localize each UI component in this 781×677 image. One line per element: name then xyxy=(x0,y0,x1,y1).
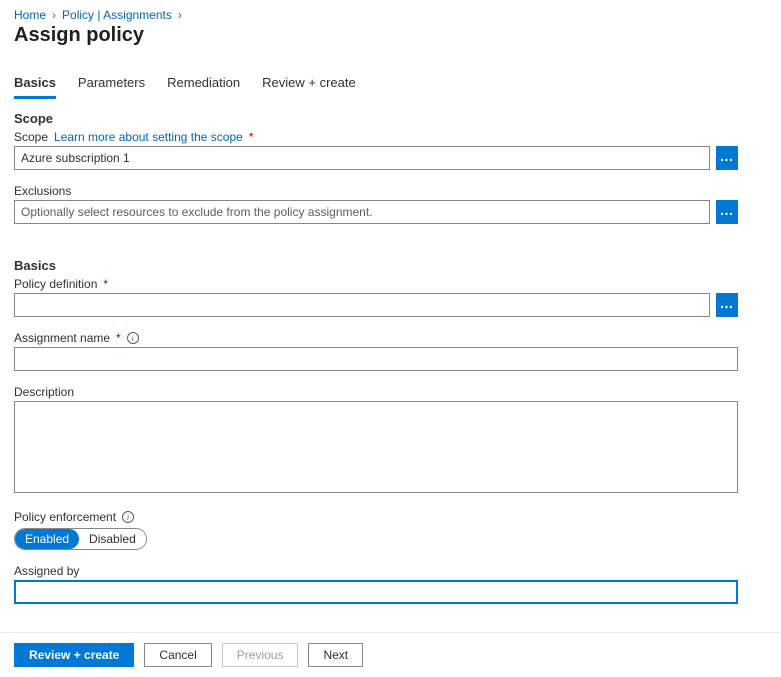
page-title: Assign policy xyxy=(14,24,767,47)
exclusions-picker-button[interactable]: … xyxy=(716,200,738,224)
section-basics-title: Basics xyxy=(14,258,738,273)
chevron-right-icon: › xyxy=(178,8,182,22)
policy-definition-label: Policy definition xyxy=(14,277,97,291)
tab-review-create[interactable]: Review + create xyxy=(262,75,356,99)
ellipsis-icon: … xyxy=(720,296,735,310)
required-indicator: * xyxy=(103,277,108,291)
toggle-enabled[interactable]: Enabled xyxy=(15,529,79,549)
info-icon[interactable]: i xyxy=(122,511,134,523)
policy-enforcement-toggle[interactable]: Enabled Disabled xyxy=(14,528,147,550)
review-create-button[interactable]: Review + create xyxy=(14,643,134,667)
required-indicator: * xyxy=(249,130,254,144)
scope-learn-more-link[interactable]: Learn more about setting the scope xyxy=(54,130,243,144)
assigned-by-label: Assigned by xyxy=(14,564,79,578)
exclusions-input[interactable] xyxy=(14,200,710,224)
cancel-button[interactable]: Cancel xyxy=(144,643,211,667)
ellipsis-icon: … xyxy=(720,149,735,163)
section-scope-title: Scope xyxy=(14,111,738,126)
chevron-right-icon: › xyxy=(52,8,56,22)
toggle-disabled[interactable]: Disabled xyxy=(79,529,146,549)
scope-label: Scope xyxy=(14,130,48,144)
scope-input[interactable] xyxy=(14,146,710,170)
previous-button: Previous xyxy=(222,643,299,667)
tab-basics[interactable]: Basics xyxy=(14,75,56,99)
info-icon[interactable]: i xyxy=(127,332,139,344)
assignment-name-input[interactable] xyxy=(14,347,738,371)
breadcrumb: Home › Policy | Assignments › xyxy=(14,8,767,22)
breadcrumb-policy-assignments[interactable]: Policy | Assignments xyxy=(62,8,172,22)
policy-enforcement-label: Policy enforcement xyxy=(14,510,116,524)
scope-picker-button[interactable]: … xyxy=(716,146,738,170)
scope-label-row: Scope Learn more about setting the scope… xyxy=(14,130,738,144)
assigned-by-input[interactable] xyxy=(14,580,738,604)
policy-definition-picker-button[interactable]: … xyxy=(716,293,738,317)
tabs: Basics Parameters Remediation Review + c… xyxy=(14,75,767,99)
tab-parameters[interactable]: Parameters xyxy=(78,75,145,99)
tab-remediation[interactable]: Remediation xyxy=(167,75,240,99)
policy-definition-input[interactable] xyxy=(14,293,710,317)
breadcrumb-home[interactable]: Home xyxy=(14,8,46,22)
next-button[interactable]: Next xyxy=(308,643,363,667)
exclusions-label: Exclusions xyxy=(14,184,71,198)
ellipsis-icon: … xyxy=(720,203,735,217)
description-label: Description xyxy=(14,385,74,399)
footer-actions: Review + create Cancel Previous Next xyxy=(0,632,781,677)
assignment-name-label: Assignment name xyxy=(14,331,110,345)
required-indicator: * xyxy=(116,331,121,345)
description-textarea[interactable] xyxy=(14,401,738,493)
